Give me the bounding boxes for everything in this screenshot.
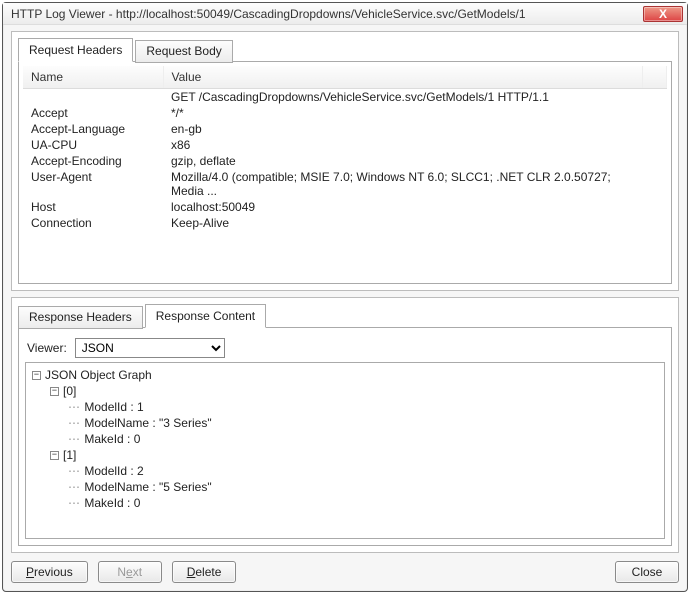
tree-node[interactable]: ⋯ ModelId : 2 [32,463,658,479]
viewer-select[interactable]: JSON [75,338,225,358]
tree-node[interactable]: ⋯ ModelName : "3 Series" [32,415,658,431]
viewer-row: Viewer: JSON [25,334,665,362]
col-header-value[interactable]: Value [163,66,643,89]
header-value-cell: en-gb [163,121,643,137]
response-panel: Response Headers Response Content Viewer… [11,297,679,553]
table-row[interactable]: GET /CascadingDropdowns/VehicleService.s… [23,89,667,106]
tab-request-headers[interactable]: Request Headers [18,38,133,62]
tree-toggle-icon[interactable] [32,371,41,380]
header-value-cell: localhost:50049 [163,199,643,215]
tab-response-content[interactable]: Response Content [145,304,266,328]
header-value-cell: x86 [163,137,643,153]
window-title: HTTP Log Viewer - http://localhost:50049… [11,7,643,21]
table-row[interactable]: Accept*/* [23,105,667,121]
tree-label: MakeId : 0 [84,431,140,447]
table-row[interactable]: ConnectionKeep-Alive [23,215,667,231]
tree-label: [1] [63,447,76,463]
header-name-cell: Accept-Language [23,121,163,137]
tree-toggle-icon[interactable] [50,451,59,460]
client-area: Request Headers Request Body Name Value … [3,25,687,591]
request-tabstrip: Request Headers Request Body [18,38,672,62]
tree-node[interactable]: [0] [32,383,658,399]
request-headers-page: Name Value GET /CascadingDropdowns/Vehic… [18,61,672,284]
viewer-label: Viewer: [27,341,67,355]
header-name-cell: Host [23,199,163,215]
delete-button[interactable]: Delete [172,561,237,583]
table-row[interactable]: Accept-Languageen-gb [23,121,667,137]
table-row[interactable]: Hostlocalhost:50049 [23,199,667,215]
tree-label: ModelName : "3 Series" [84,415,211,431]
col-header-name[interactable]: Name [23,66,163,89]
tree-toggle-icon[interactable] [50,387,59,396]
close-icon: X [659,7,667,21]
window-frame: HTTP Log Viewer - http://localhost:50049… [2,2,688,592]
response-tabstrip: Response Headers Response Content [18,304,672,328]
request-panel: Request Headers Request Body Name Value … [11,31,679,291]
table-row[interactable]: UA-CPUx86 [23,137,667,153]
header-value-cell: Mozilla/4.0 (compatible; MSIE 7.0; Windo… [163,169,643,199]
tree-node[interactable]: ⋯ ModelName : "5 Series" [32,479,658,495]
request-headers-table: Name Value GET /CascadingDropdowns/Vehic… [23,66,667,231]
response-content-page: Viewer: JSON JSON Object Graph[0]⋯ Model… [18,327,672,546]
header-name-cell: Connection [23,215,163,231]
tab-request-body[interactable]: Request Body [135,40,232,63]
tree-label: MakeId : 0 [84,495,140,511]
tree-label: JSON Object Graph [45,367,152,383]
tree-node[interactable]: ⋯ MakeId : 0 [32,495,658,511]
tab-response-headers[interactable]: Response Headers [18,306,143,329]
header-value-cell: GET /CascadingDropdowns/VehicleService.s… [163,89,643,106]
tree-label: ModelName : "5 Series" [84,479,211,495]
tree-node[interactable]: ⋯ MakeId : 0 [32,431,658,447]
tree-label: [0] [63,383,76,399]
json-tree[interactable]: JSON Object Graph[0]⋯ ModelId : 1⋯ Model… [25,362,665,539]
col-header-spacer [643,66,667,89]
titlebar[interactable]: HTTP Log Viewer - http://localhost:50049… [3,3,687,25]
window-close-button[interactable]: X [643,6,683,22]
tree-label: ModelId : 2 [84,463,143,479]
table-row[interactable]: Accept-Encodinggzip, deflate [23,153,667,169]
header-name-cell: Accept [23,105,163,121]
header-value-cell: gzip, deflate [163,153,643,169]
next-button[interactable]: Next [98,561,162,583]
header-name-cell: User-Agent [23,169,163,199]
header-value-cell: Keep-Alive [163,215,643,231]
tree-node[interactable]: ⋯ ModelId : 1 [32,399,658,415]
previous-button[interactable]: Previous [11,561,88,583]
tree-label: ModelId : 1 [84,399,143,415]
header-value-cell: */* [163,105,643,121]
table-row[interactable]: User-AgentMozilla/4.0 (compatible; MSIE … [23,169,667,199]
tree-node[interactable]: JSON Object Graph [32,367,658,383]
header-name-cell: Accept-Encoding [23,153,163,169]
close-button[interactable]: Close [615,561,679,583]
button-row: Previous Next Delete Close [11,559,679,583]
header-name-cell [23,89,163,106]
header-name-cell: UA-CPU [23,137,163,153]
tree-node[interactable]: [1] [32,447,658,463]
